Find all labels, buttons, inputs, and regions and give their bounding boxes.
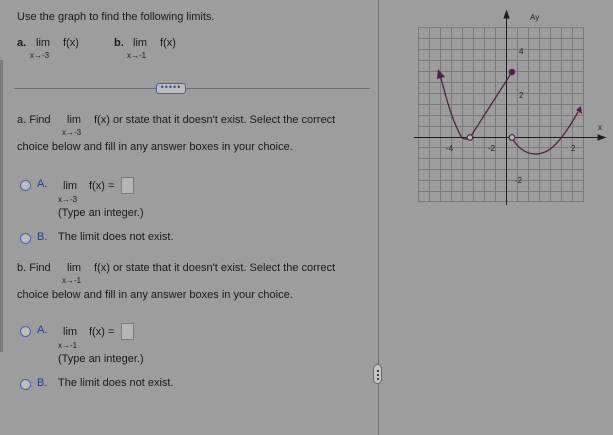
y-axis-label: Ay: [530, 13, 539, 22]
x-tick-label: -4: [446, 144, 454, 153]
graph-axes: [414, 9, 607, 205]
function-graph: Ay x -4 -2 2 4 2 -2: [414, 9, 607, 205]
x-axis-label: x: [598, 123, 602, 132]
closed-point: [508, 68, 516, 76]
x-tick-label: -2: [488, 144, 496, 153]
y-tick-label: -2: [515, 176, 523, 185]
graph-curve: [439, 71, 579, 155]
graph-grid: [418, 27, 584, 202]
x-tick-label: 2: [571, 144, 576, 153]
open-point: [466, 134, 474, 141]
y-tick-label: 2: [519, 91, 524, 100]
y-tick-label: 4: [519, 47, 524, 56]
open-point: [508, 134, 516, 141]
